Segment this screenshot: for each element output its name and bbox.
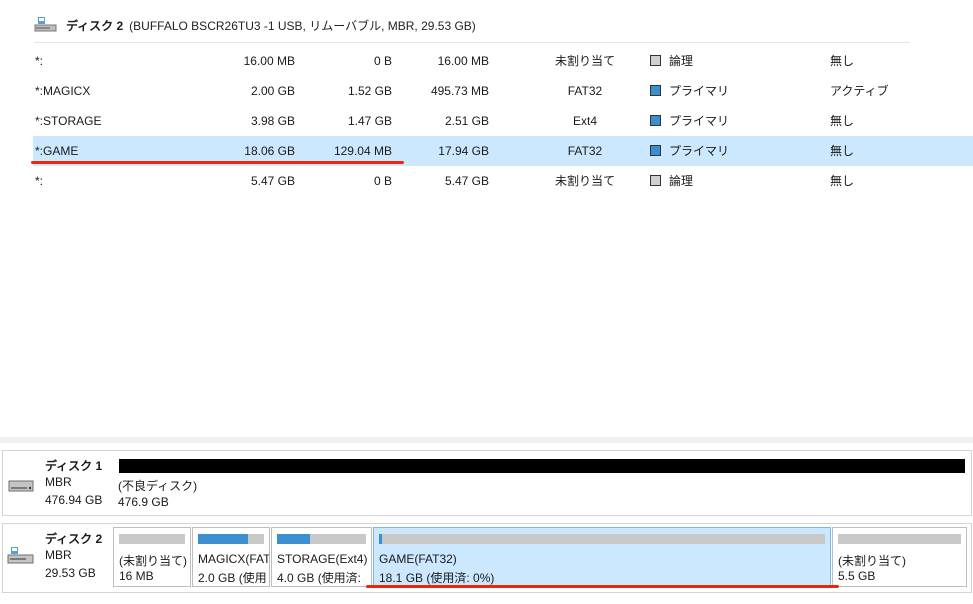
partition-block-size: 4.0 GB (使用済: [277, 571, 362, 585]
disk-1-name: ディスク 1 [45, 459, 103, 473]
partition-block-label: MAGICX(FAT [198, 552, 269, 566]
partition-row[interactable]: *:STORAGE 3.98 GB 1.47 GB 2.51 GB Ext4 プ… [33, 106, 973, 136]
disk-2-header: ディスク 2 (BUFFALO BSCR26TU3 -1 USB, リムーバブル… [34, 13, 476, 37]
logical-square-icon [650, 175, 661, 186]
partition-status: 無し [830, 114, 855, 128]
partition-filesystem: 未割り当て [554, 54, 615, 68]
disk-1-info: ディスク 1 MBR 476.94 GB [3, 451, 111, 515]
partition-block-label: STORAGE(Ext4) [277, 552, 368, 566]
disk-1-partition-label: (不良ディスク) [118, 479, 198, 493]
partition-status: 無し [830, 174, 855, 188]
partition-block-storage[interactable]: STORAGE(Ext4) 4.0 GB (使用済: [271, 527, 372, 587]
partition-type: プライマリ [650, 106, 729, 136]
partition-status: アクティブ [830, 84, 889, 98]
partition-block-unallocated[interactable]: (未割り当て) 16 MB [113, 527, 191, 587]
partition-type: 論理 [650, 46, 693, 76]
partition-name: *: [35, 54, 44, 68]
partition-type: プライマリ [650, 136, 729, 166]
partition-used: 1.47 GB [347, 114, 392, 128]
partition-free: 16.00 MB [437, 54, 489, 68]
disk-header-title: ディスク 2 [66, 18, 124, 33]
usage-bar [198, 534, 264, 544]
partition-name: *: [35, 174, 44, 188]
partition-free: 5.47 GB [444, 174, 489, 188]
disk-2-panel[interactable]: ディスク 2 MBR 29.53 GB (未割り当て) 16 MB MAGICX… [2, 523, 972, 593]
partition-block-label: GAME(FAT32) [379, 552, 457, 566]
partition-block-size: 18.1 GB (使用済: 0%) [379, 571, 495, 585]
partition-capacity: 3.98 GB [250, 114, 295, 128]
partition-filesystem: FAT32 [567, 84, 603, 98]
primary-square-icon [650, 145, 661, 156]
partition-type: 論理 [650, 166, 693, 196]
partition-used: 1.52 GB [347, 84, 392, 98]
disk-2-info: ディスク 2 MBR 29.53 GB [3, 524, 111, 592]
disk-1-panel[interactable]: ディスク 1 MBR 476.94 GB (不良ディスク) 476.9 GB [2, 450, 972, 516]
usage-bar [838, 534, 961, 544]
partition-used: 0 B [373, 54, 392, 68]
partition-block-size: 5.5 GB [838, 569, 876, 583]
partition-capacity: 5.47 GB [250, 174, 295, 188]
usage-bar [379, 534, 825, 544]
partition-name: *:STORAGE [35, 114, 102, 128]
disk-1-scheme: MBR [45, 475, 72, 489]
annotation-underline [31, 161, 404, 164]
disk-1-size: 476.94 GB [45, 493, 103, 507]
partition-capacity: 2.00 GB [250, 84, 295, 98]
partition-filesystem: Ext4 [572, 114, 597, 128]
primary-square-icon [650, 115, 661, 126]
logical-square-icon [650, 55, 661, 66]
partition-block-label: (未割り当て) [838, 554, 906, 568]
partition-type: プライマリ [650, 76, 729, 106]
partition-filesystem: FAT32 [567, 144, 603, 158]
usb-drive-icon [34, 16, 58, 34]
partition-block-magicx[interactable]: MAGICX(FAT 2.0 GB (使用 [192, 527, 270, 587]
pane-splitter[interactable] [0, 437, 973, 443]
disk-2-scheme: MBR [45, 548, 72, 562]
partition-block-game[interactable]: GAME(FAT32) 18.1 GB (使用済: 0%) [373, 527, 831, 587]
usb-drive-icon [7, 546, 35, 564]
partition-status: 無し [830, 54, 855, 68]
partition-free: 495.73 MB [430, 84, 489, 98]
header-divider [34, 42, 910, 43]
partition-block-unallocated[interactable]: (未割り当て) 5.5 GB [832, 527, 967, 587]
partition-row[interactable]: *: 5.47 GB 0 B 5.47 GB 未割り当て 論理 無し [33, 166, 973, 196]
partition-row[interactable]: *: 16.00 MB 0 B 16.00 MB 未割り当て 論理 無し [33, 46, 973, 76]
annotation-underline [366, 585, 839, 588]
partition-filesystem: 未割り当て [554, 174, 615, 188]
partition-free: 17.94 GB [438, 144, 489, 158]
hard-drive-icon [7, 479, 35, 493]
partition-capacity: 16.00 MB [243, 54, 295, 68]
bad-disk-bar [119, 459, 965, 473]
disk-1-partition-size: 476.9 GB [118, 495, 169, 509]
disk-2-name: ディスク 2 [45, 532, 103, 546]
partition-used: 0 B [373, 174, 392, 188]
primary-square-icon [650, 85, 661, 96]
partition-name: *:MAGICX [35, 84, 91, 98]
partition-block-label: (未割り当て) [119, 554, 187, 568]
partition-block-size: 16 MB [119, 569, 154, 583]
partition-block-size: 2.0 GB (使用 [198, 571, 267, 585]
partition-status: 無し [830, 144, 855, 158]
usage-bar [119, 534, 185, 544]
disk-header-detail: (BUFFALO BSCR26TU3 -1 USB, リムーバブル, MBR, … [129, 18, 476, 33]
partition-free: 2.51 GB [444, 114, 489, 128]
partition-row[interactable]: *:MAGICX 2.00 GB 1.52 GB 495.73 MB FAT32… [33, 76, 973, 106]
disk-2-size: 29.53 GB [45, 566, 96, 580]
usage-bar [277, 534, 366, 544]
